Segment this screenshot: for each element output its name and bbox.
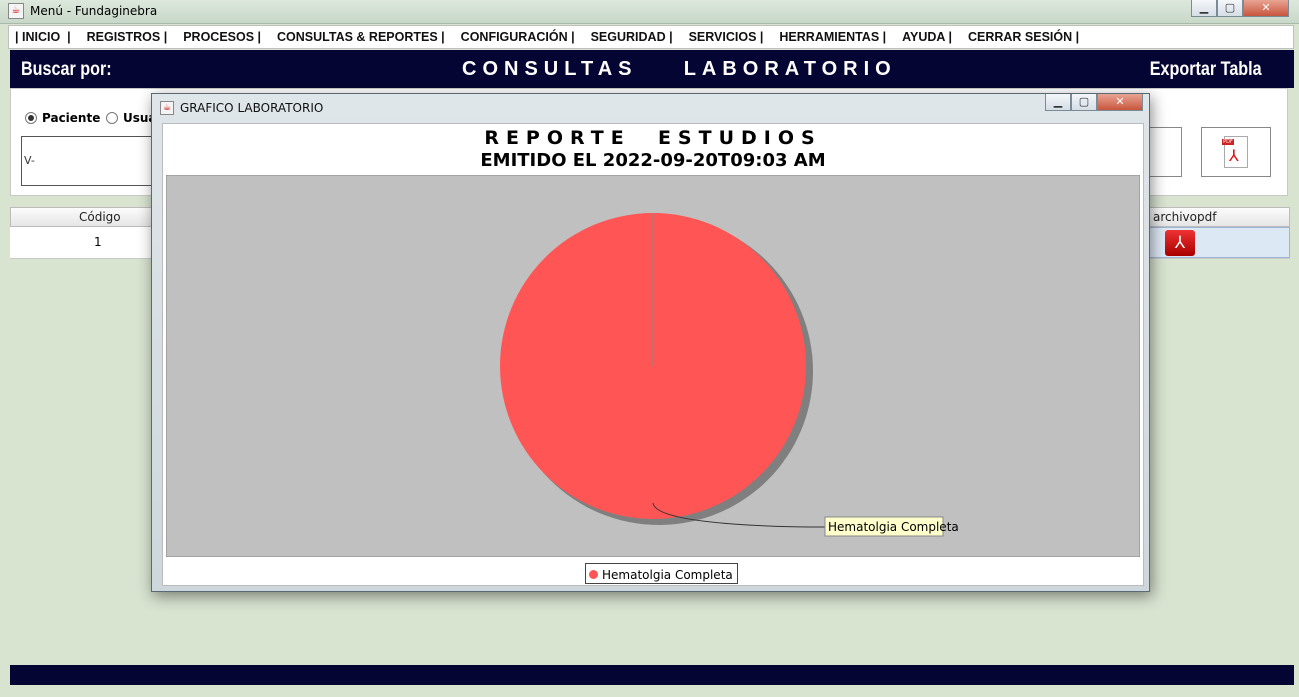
- menu-configuracion[interactable]: CONFIGURACIÓN |: [461, 30, 575, 44]
- pdf-icon: PDF ⅄: [1222, 136, 1248, 168]
- column-header-codigo[interactable]: Código: [79, 210, 121, 224]
- dialog-title: GRAFICO LABORATORIO: [180, 101, 324, 115]
- legend-label: Hematolgia Completa: [602, 567, 733, 582]
- menu-servicios[interactable]: SERVICIOS |: [689, 30, 764, 44]
- menu-registros[interactable]: REGISTROS |: [87, 30, 168, 44]
- minimize-icon[interactable]: ▁: [1191, 0, 1217, 17]
- menu-ayuda[interactable]: AYUDA |: [902, 30, 952, 44]
- footer-band: [10, 665, 1294, 685]
- pie-slices: [500, 213, 806, 519]
- legend-swatch: [589, 570, 598, 579]
- search-input[interactable]: V-: [21, 136, 161, 186]
- radio-checked-icon: [25, 112, 37, 124]
- pie-chart: Hematolgia Completa: [166, 175, 1140, 557]
- window-controls: ▁ ▢ ✕: [1191, 0, 1289, 17]
- menu-inicio[interactable]: | INICIO |: [15, 30, 71, 44]
- dialog-window-controls: ▁ ▢ ✕: [1045, 94, 1143, 111]
- cell-archivopdf[interactable]: ⅄: [1148, 227, 1290, 258]
- export-pdf-button[interactable]: PDF ⅄: [1201, 127, 1271, 177]
- pdf-file-icon[interactable]: ⅄: [1165, 230, 1195, 256]
- menu-cerrar-sesion[interactable]: CERRAR SESIÓN |: [968, 30, 1079, 44]
- java-app-icon: ☕: [8, 3, 24, 19]
- radio-unchecked-icon: [106, 112, 118, 124]
- radio-paciente[interactable]: Paciente: [25, 111, 100, 125]
- chart-dialog: ☕ GRAFICO LABORATORIO ▁ ▢ ✕ REPORTE ESTU…: [151, 93, 1150, 592]
- dialog-titlebar[interactable]: ☕ GRAFICO LABORATORIO ▁ ▢ ✕: [152, 94, 1149, 122]
- window-title: Menú - Fundaginebra: [30, 4, 158, 18]
- menu-bar: | INICIO | REGISTROS | PROCESOS | CONSUL…: [8, 25, 1294, 49]
- menu-consultas-reportes[interactable]: CONSULTAS & REPORTES |: [277, 30, 445, 44]
- chart-panel: REPORTE ESTUDIOS EMITIDO EL 2022-09-20T0…: [162, 123, 1144, 586]
- radio-paciente-label: Paciente: [42, 111, 101, 125]
- page-title: CONSULTAS LABORATORIO: [462, 58, 897, 80]
- chart-subtitle: EMITIDO EL 2022-09-20T09:03 AM: [480, 150, 826, 171]
- menu-procesos[interactable]: PROCESOS |: [183, 30, 261, 44]
- maximize-icon[interactable]: ▢: [1071, 94, 1097, 111]
- chart-legend: Hematolgia Completa: [585, 563, 738, 584]
- menu-seguridad[interactable]: SEGURIDAD |: [591, 30, 673, 44]
- minimize-icon[interactable]: ▁: [1045, 94, 1071, 111]
- maximize-icon[interactable]: ▢: [1217, 0, 1243, 17]
- menu-herramientas[interactable]: HERRAMIENTAS |: [779, 30, 886, 44]
- radio-usuario[interactable]: Usua: [106, 111, 157, 125]
- close-icon[interactable]: ✕: [1097, 94, 1143, 111]
- slice-label: Hematolgia Completa: [828, 520, 959, 534]
- chart-title: REPORTE ESTUDIOS: [484, 127, 822, 149]
- search-by-label: Buscar por:: [21, 59, 112, 80]
- header-band: Buscar por: CONSULTAS LABORATORIO Export…: [10, 50, 1294, 88]
- java-app-icon: ☕: [160, 101, 174, 115]
- main-titlebar: ☕ Menú - Fundaginebra ▁ ▢ ✕: [0, 0, 1299, 24]
- cell-codigo[interactable]: 1: [94, 235, 102, 249]
- column-header-archivopdf[interactable]: archivopdf: [1153, 210, 1216, 224]
- export-table-label: Exportar Tabla: [1150, 59, 1262, 80]
- close-icon[interactable]: ✕: [1243, 0, 1289, 17]
